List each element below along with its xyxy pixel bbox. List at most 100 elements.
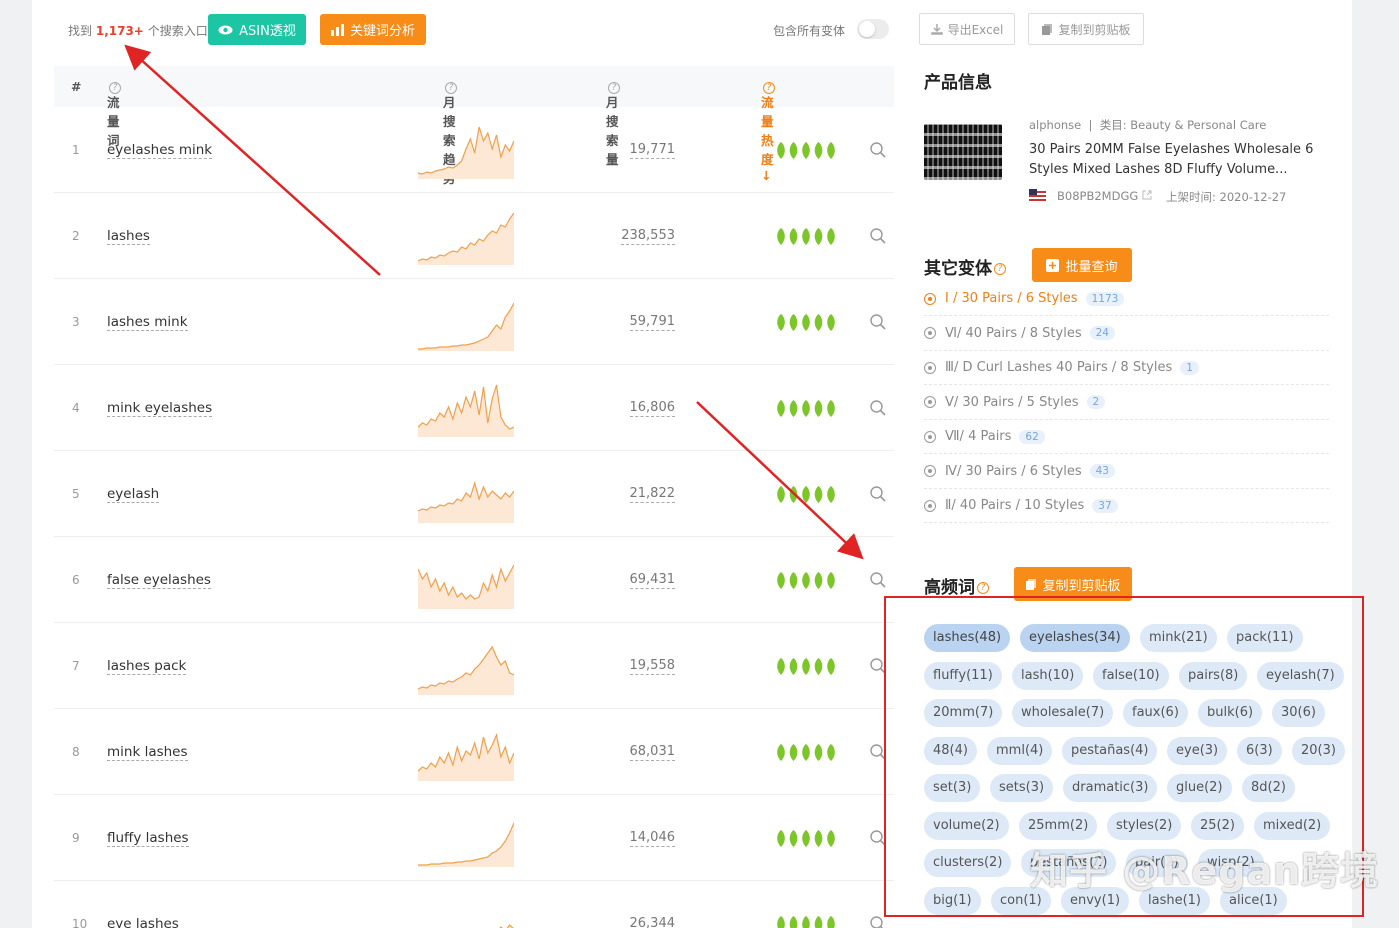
radio-icon[interactable] (924, 292, 936, 305)
header-volume[interactable]: 月搜索量? (606, 79, 620, 167)
export-excel-button[interactable]: 导出Excel (919, 13, 1015, 45)
copy-clipboard-button[interactable]: 复制到剪贴板 (1028, 13, 1144, 45)
download-icon (930, 24, 943, 35)
row-keyword[interactable]: eye lashes (107, 916, 179, 928)
variant-item[interactable]: Ⅵ/ 40 Pairs / 8 Styles 24 (924, 317, 1329, 351)
row-volume[interactable]: 16,806 (629, 400, 675, 417)
variant-item[interactable]: Ⅴ/ 30 Pairs / 5 Styles 2 (924, 386, 1329, 420)
row-keyword[interactable]: fluffy lashes (107, 830, 189, 847)
plus-square-icon (1046, 258, 1060, 272)
header-heat[interactable]: 流量热度↓? (761, 79, 775, 183)
product-listed-date: 上架时间: 2020-12-27 (1166, 190, 1287, 204)
batch-query-button[interactable]: 批量查询 (1032, 248, 1132, 282)
search-icon[interactable] (869, 141, 887, 159)
variant-count-badge: 24 (1089, 326, 1115, 340)
product-asin[interactable]: B08PB2MDGG (1057, 189, 1152, 203)
search-icon[interactable] (869, 399, 887, 417)
radio-icon[interactable] (924, 361, 936, 374)
product-image[interactable] (924, 124, 1002, 180)
row-volume[interactable]: 19,558 (629, 658, 675, 675)
table-row: 10 eye lashes 26,344 (54, 881, 894, 928)
table-row: 9 fluffy lashes 14,046 (54, 795, 894, 881)
row-trend-sparkline (418, 480, 514, 523)
variant-item[interactable]: Ⅰ / 30 Pairs / 6 Styles 1173 (924, 282, 1329, 316)
row-volume[interactable]: 69,431 (629, 572, 675, 589)
row-keyword[interactable]: mink lashes (107, 744, 188, 761)
copy-icon (1042, 24, 1053, 35)
row-heat-rating (777, 658, 835, 675)
row-volume[interactable]: 59,791 (629, 314, 675, 331)
search-icon[interactable] (869, 571, 887, 589)
search-icon[interactable] (869, 313, 887, 331)
variant-item[interactable]: Ⅲ/ D Curl Lashes 40 Pairs / 8 Styles 1 (924, 351, 1329, 385)
row-trend-sparkline (418, 732, 514, 781)
variant-label: Ⅵ/ 40 Pairs / 8 Styles (945, 325, 1082, 341)
row-keyword[interactable]: lashes pack (107, 658, 187, 675)
product-brand[interactable]: alphonse (1029, 118, 1081, 132)
external-link-icon[interactable] (1142, 190, 1152, 200)
leaf-icon (827, 400, 835, 417)
row-volume[interactable]: 21,822 (629, 486, 675, 503)
table-row: 5 eyelash 21,822 (54, 451, 894, 537)
watermark: 知乎 @Regan跨境 (1030, 849, 1380, 893)
row-index: 3 (72, 315, 80, 329)
row-volume[interactable]: 26,344 (630, 916, 676, 928)
leaf-icon (827, 314, 835, 331)
row-volume[interactable]: 19,771 (629, 142, 675, 159)
row-volume[interactable]: 14,046 (629, 830, 675, 847)
row-index: 2 (72, 229, 80, 243)
leaf-icon (827, 916, 835, 928)
row-index: 9 (72, 831, 80, 845)
keyword-analysis-button[interactable]: 关键词分析 (320, 14, 426, 45)
variant-count-badge: 1173 (1085, 291, 1125, 306)
radio-icon[interactable] (924, 499, 936, 512)
leaf-icon (802, 744, 810, 761)
leaf-icon (777, 228, 785, 245)
leaf-icon (777, 400, 785, 417)
radio-icon[interactable] (924, 465, 936, 477)
row-keyword[interactable]: eyelash (107, 486, 160, 503)
row-keyword[interactable]: lashes mink (107, 314, 188, 331)
row-heat-rating (777, 572, 835, 589)
leaf-icon (789, 916, 798, 928)
help-icon[interactable]: ? (994, 263, 1006, 275)
variant-item[interactable]: Ⅱ/ 40 Pairs / 10 Styles 37 (924, 489, 1329, 523)
row-volume[interactable]: 68,031 (629, 744, 675, 761)
search-icon[interactable] (869, 227, 887, 245)
variant-count-badge: 1 (1180, 360, 1199, 375)
variant-toggle[interactable] (857, 19, 889, 39)
leaf-icon (802, 314, 810, 331)
radio-icon[interactable] (924, 396, 936, 408)
header-trend[interactable]: 月搜索趋势? (443, 79, 457, 186)
leaf-icon (789, 486, 798, 503)
help-icon[interactable]: ? (977, 582, 989, 594)
asin-view-button[interactable]: ASIN透视 (208, 14, 306, 45)
row-keyword[interactable]: eyelashes mink (107, 142, 213, 159)
leaf-icon (789, 400, 798, 417)
variant-item[interactable]: Ⅶ/ 4 Pairs 62 (924, 420, 1329, 454)
row-heat-rating (777, 486, 835, 503)
table-row: 6 false eyelashes 69,431 (54, 537, 894, 623)
search-icon[interactable] (869, 485, 887, 503)
frequent-words-title: 高频词? (924, 573, 989, 598)
variants-title: 其它变体? (924, 254, 1006, 279)
row-trend-sparkline (499, 924, 514, 928)
leaf-icon (827, 142, 835, 159)
variant-label: Ⅰ / 30 Pairs / 6 Styles (945, 291, 1078, 306)
row-volume[interactable]: 238,553 (621, 228, 675, 245)
leaf-icon (827, 658, 835, 675)
radio-icon[interactable] (924, 327, 936, 339)
variant-item[interactable]: Ⅳ/ 30 Pairs / 6 Styles 43 (924, 455, 1329, 489)
row-heat-rating (777, 916, 835, 928)
leaf-icon (802, 830, 810, 847)
header-keyword[interactable]: 流量词? (107, 79, 121, 148)
leaf-icon (814, 916, 823, 928)
leaf-icon (789, 572, 798, 589)
product-title[interactable]: 30 Pairs 20MM False Eyelashes Wholesale … (1029, 140, 1329, 180)
copy-icon (1026, 579, 1037, 590)
leaf-icon (802, 400, 810, 417)
radio-icon[interactable] (924, 430, 936, 443)
row-keyword[interactable]: false eyelashes (107, 572, 211, 589)
row-keyword[interactable]: lashes (107, 228, 150, 245)
row-keyword[interactable]: mink eyelashes (107, 400, 213, 417)
